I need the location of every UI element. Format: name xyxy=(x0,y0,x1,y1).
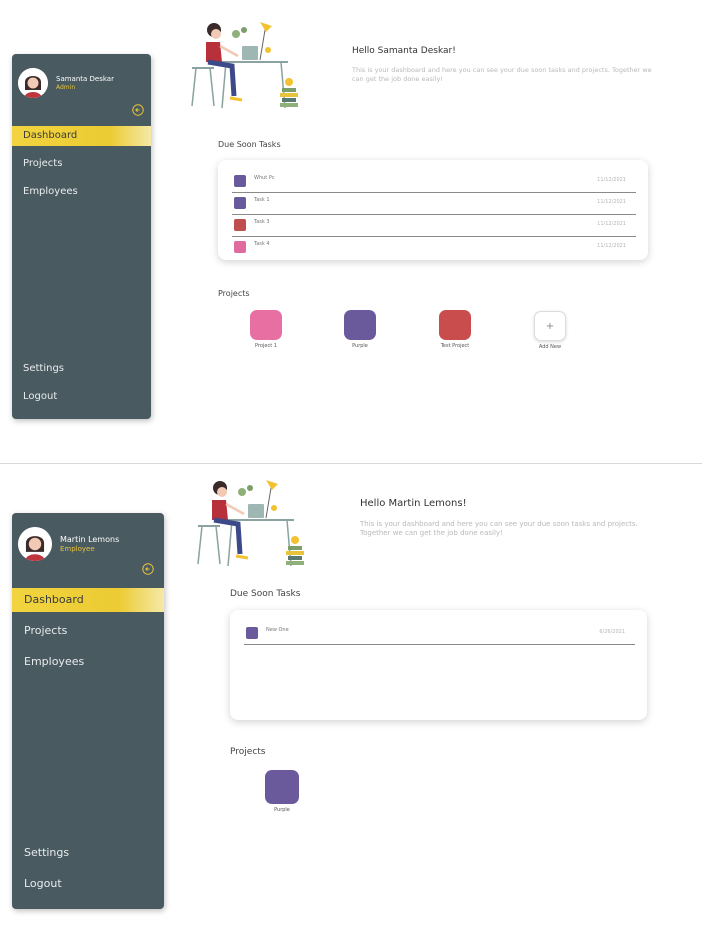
task-date: 11/12/2021 xyxy=(597,177,626,183)
greeting-text: This is your dashboard and here you can … xyxy=(352,66,652,83)
task-row[interactable]: Task 1 11/12/2021 xyxy=(232,192,636,215)
project-tile[interactable] xyxy=(344,310,376,340)
nav-item-projects[interactable]: Projects xyxy=(12,154,151,174)
task-color-swatch xyxy=(234,175,246,187)
task-name: Whut Pc xyxy=(254,175,275,181)
greeting-title: Hello Martin Lemons! xyxy=(360,498,467,509)
task-color-swatch xyxy=(246,627,258,639)
project-tile[interactable] xyxy=(439,310,471,340)
greeting-title: Hello Samanta Deskar! xyxy=(352,46,456,56)
nav-item-projects[interactable]: Projects xyxy=(12,619,164,643)
task-date: 6/26/2021 xyxy=(599,629,625,635)
avatar xyxy=(18,68,48,98)
plus-icon: + xyxy=(545,320,555,332)
project-card[interactable]: Purple xyxy=(330,310,390,349)
nav-item-employees[interactable]: Employees xyxy=(12,650,164,674)
person-at-desk-illustration xyxy=(191,22,298,109)
task-color-swatch xyxy=(234,219,246,231)
task-date: 11/12/2021 xyxy=(597,243,626,249)
nav-item-dashboard[interactable]: Dashboard xyxy=(12,588,164,612)
due-soon-tasks-card: New One 6/26/2021 xyxy=(230,610,647,720)
nav-item-dashboard[interactable]: Dashboard xyxy=(12,126,151,146)
task-row[interactable]: Whut Pc 11/12/2021 xyxy=(232,170,636,193)
task-color-swatch xyxy=(234,197,246,209)
due-soon-title: Due Soon Tasks xyxy=(218,140,281,149)
user-profile: Samanta Deskar Admin xyxy=(18,68,114,98)
project-name: Purple xyxy=(274,807,290,813)
user-role: Employee xyxy=(60,544,95,553)
nav-item-logout[interactable]: Logout xyxy=(12,387,151,407)
user-avatar-icon xyxy=(18,527,52,561)
task-row[interactable]: Task 3 11/12/2021 xyxy=(232,214,636,237)
nav-item-logout[interactable]: Logout xyxy=(12,872,164,896)
task-date: 11/12/2021 xyxy=(597,221,626,227)
sidebar: Samanta Deskar Admin Dashboard Projects … xyxy=(12,54,151,419)
screen-divider xyxy=(0,463,702,464)
sidebar: Martin Lemons Employee Dashboard Project… xyxy=(12,513,164,909)
projects-title: Projects xyxy=(218,289,250,298)
dashboard-screen-admin: Samanta Deskar Admin Dashboard Projects … xyxy=(0,0,702,460)
avatar xyxy=(18,527,52,561)
task-row[interactable]: Task 4 11/12/2021 xyxy=(232,236,636,258)
task-name: Task 1 xyxy=(254,197,270,203)
nav-item-settings[interactable]: Settings xyxy=(12,841,164,865)
task-row[interactable]: New One 6/26/2021 xyxy=(244,622,635,645)
projects-title: Projects xyxy=(230,747,266,757)
project-card[interactable]: Purple xyxy=(252,770,312,813)
project-name: Project 1 xyxy=(255,343,277,349)
due-soon-title: Due Soon Tasks xyxy=(230,589,301,599)
project-name: Purple xyxy=(352,343,368,349)
due-soon-tasks-card: Whut Pc 11/12/2021 Task 1 11/12/2021 Tas… xyxy=(218,160,648,260)
task-color-swatch xyxy=(234,241,246,253)
add-new-project[interactable]: + Add New xyxy=(520,311,580,350)
arrow-left-circle-icon[interactable] xyxy=(132,104,144,116)
task-name: Task 3 xyxy=(254,219,270,225)
user-name: Samanta Deskar xyxy=(56,74,114,83)
project-tile[interactable] xyxy=(265,770,299,804)
nav-item-employees[interactable]: Employees xyxy=(12,182,151,202)
greeting-text: This is your dashboard and here you can … xyxy=(360,520,638,537)
task-name: Task 4 xyxy=(254,241,270,247)
project-card[interactable]: Project 1 xyxy=(236,310,296,349)
dashboard-screen-employee: Martin Lemons Employee Dashboard Project… xyxy=(0,466,702,950)
project-name: Test Project xyxy=(440,343,470,349)
user-role: Admin xyxy=(56,83,76,91)
user-avatar-icon xyxy=(18,68,48,98)
user-name: Martin Lemons xyxy=(60,534,120,544)
project-tile[interactable] xyxy=(250,310,282,340)
nav-item-settings[interactable]: Settings xyxy=(12,359,151,379)
person-at-desk-illustration xyxy=(197,480,304,567)
user-profile: Martin Lemons Employee xyxy=(18,527,119,561)
task-date: 11/12/2021 xyxy=(597,199,626,205)
add-project-button[interactable]: + xyxy=(534,311,566,341)
add-new-label: Add New xyxy=(538,344,562,350)
task-name: New One xyxy=(266,627,289,633)
arrow-left-circle-icon[interactable] xyxy=(142,563,154,575)
project-card[interactable]: Test Project xyxy=(425,310,485,349)
